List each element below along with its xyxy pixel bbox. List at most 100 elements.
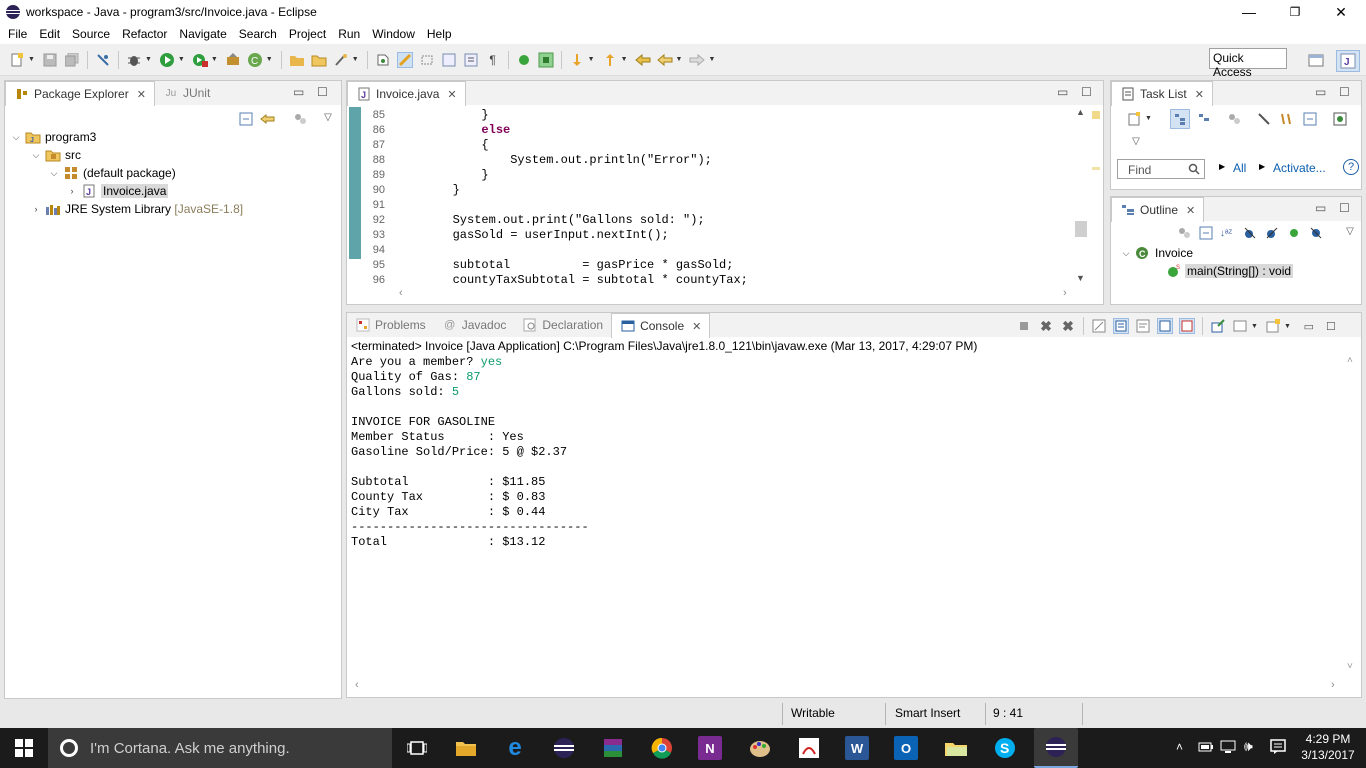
- outline-item-main-method[interactable]: S main(String[]) : void: [1165, 262, 1294, 280]
- menu-project[interactable]: Project: [283, 27, 332, 41]
- warning-marker[interactable]: [1092, 111, 1100, 119]
- close-icon[interactable]: ✕: [692, 320, 701, 333]
- close-icon[interactable]: ✕: [447, 88, 456, 101]
- block-selection-icon[interactable]: [419, 52, 435, 68]
- new-java-project-icon[interactable]: C: [247, 52, 263, 68]
- tree-item-jre-library[interactable]: › JRE System Library [JavaSE-1.8]: [31, 200, 244, 218]
- tab-junit[interactable]: Ju JUnit: [155, 81, 218, 105]
- eclipse-active-taskbar-icon[interactable]: [1034, 728, 1078, 768]
- restore-button[interactable]: ❐: [1272, 0, 1318, 24]
- close-icon[interactable]: ✕: [1186, 204, 1195, 217]
- tab-task-list[interactable]: Task List ✕: [1111, 81, 1213, 106]
- minimize-view-icon[interactable]: ▭: [1315, 85, 1326, 99]
- show-on-stderr-icon[interactable]: [1179, 318, 1195, 334]
- edge-icon[interactable]: e: [502, 734, 528, 761]
- eclipse-taskbar-icon[interactable]: [551, 736, 577, 760]
- task-view-icon[interactable]: [404, 736, 430, 760]
- tree-item-project[interactable]: ⌵ J program3: [11, 128, 97, 146]
- menu-window[interactable]: Window: [366, 27, 421, 41]
- new-icon[interactable]: [9, 52, 25, 68]
- view-menu-icon[interactable]: ▽: [1342, 223, 1358, 239]
- display-console-icon[interactable]: [1232, 318, 1248, 334]
- menu-navigate[interactable]: Navigate: [173, 27, 232, 41]
- help-icon[interactable]: ?: [1343, 159, 1359, 175]
- show-whitespace-icon[interactable]: [441, 52, 457, 68]
- search-icon[interactable]: [333, 52, 349, 68]
- show-all-tasks-icon[interactable]: [1278, 111, 1294, 127]
- menu-search[interactable]: Search: [233, 27, 283, 41]
- maximize-view-icon[interactable]: ☐: [1339, 201, 1350, 215]
- menu-source[interactable]: Source: [66, 27, 116, 41]
- maximize-view-icon[interactable]: ☐: [317, 85, 328, 99]
- scroll-up-icon[interactable]: ˄: [1347, 355, 1353, 366]
- minimize-view-icon[interactable]: ▭: [1301, 318, 1317, 334]
- tree-item-invoice-java[interactable]: › J Invoice.java: [67, 182, 169, 200]
- paint-icon[interactable]: [747, 736, 773, 760]
- tab-invoice-java[interactable]: J Invoice.java ✕: [347, 81, 466, 106]
- scroll-right-icon[interactable]: ›: [1331, 679, 1335, 691]
- back-icon[interactable]: [656, 52, 673, 68]
- terminate-icon[interactable]: [538, 52, 554, 68]
- hide-nonpublic-icon[interactable]: [1286, 225, 1302, 241]
- activate-link[interactable]: Activate...: [1273, 161, 1326, 175]
- open-perspective-icon[interactable]: [1308, 52, 1324, 68]
- scroll-down-icon[interactable]: ▼: [1076, 273, 1085, 283]
- maximize-view-icon[interactable]: ☐: [1081, 85, 1092, 99]
- external-tools-icon[interactable]: [225, 52, 241, 68]
- tab-outline[interactable]: Outline ✕: [1111, 197, 1205, 222]
- collapse-all-icon[interactable]: [1302, 111, 1318, 127]
- synchronize-icon[interactable]: [1332, 111, 1348, 127]
- forward-icon[interactable]: [689, 52, 706, 68]
- chevron-down-icon[interactable]: ⌵: [1121, 248, 1131, 259]
- scroll-down-icon[interactable]: ˅: [1347, 661, 1353, 672]
- save-icon[interactable]: [42, 52, 58, 68]
- hide-fields-icon[interactable]: [1242, 225, 1258, 241]
- menu-help[interactable]: Help: [421, 27, 458, 41]
- network-icon[interactable]: [1220, 740, 1236, 757]
- skype-icon[interactable]: S: [992, 736, 1018, 760]
- pin-console-icon[interactable]: [1210, 318, 1226, 334]
- chrome-icon[interactable]: [649, 736, 675, 760]
- scroll-right-icon[interactable]: ›: [1063, 287, 1067, 299]
- minimize-view-icon[interactable]: ▭: [1057, 85, 1068, 99]
- mark-occurrences-icon[interactable]: [396, 51, 413, 68]
- view-menu-icon[interactable]: ▽: [320, 109, 336, 125]
- word-icon[interactable]: W: [845, 736, 869, 760]
- link-with-editor-icon[interactable]: [260, 111, 276, 127]
- tree-item-src[interactable]: ⌵ src: [31, 146, 81, 164]
- scroll-up-icon[interactable]: ▲: [1076, 107, 1085, 117]
- scroll-left-icon[interactable]: ‹: [355, 679, 359, 691]
- hide-completed-icon[interactable]: [1256, 111, 1272, 127]
- toggle-breakpoint-icon[interactable]: [95, 52, 111, 68]
- categorized-icon[interactable]: [1170, 109, 1190, 129]
- collapse-all-icon[interactable]: [238, 111, 254, 127]
- focus-icon[interactable]: [1226, 111, 1242, 127]
- open-folder-icon[interactable]: [311, 52, 327, 68]
- outlook-icon[interactable]: O: [894, 736, 918, 760]
- menu-run[interactable]: Run: [332, 27, 366, 41]
- folder-icon[interactable]: [943, 736, 969, 760]
- open-type-icon[interactable]: [289, 52, 305, 68]
- quick-access-field[interactable]: Quick Access: [1209, 48, 1287, 79]
- windows-start-button[interactable]: [0, 728, 48, 768]
- console-output[interactable]: Are you a member? yes Quality of Gas: 87…: [347, 355, 1337, 677]
- scroll-thumb[interactable]: [1075, 221, 1087, 237]
- chevron-right-icon[interactable]: ›: [67, 186, 77, 196]
- action-center-icon[interactable]: [1270, 739, 1286, 758]
- onenote-icon[interactable]: N: [698, 736, 722, 760]
- find-field[interactable]: Find: [1117, 159, 1205, 179]
- file-explorer-icon[interactable]: [453, 736, 479, 760]
- volume-icon[interactable]: 🕪: [1244, 738, 1253, 755]
- next-edit-icon[interactable]: [569, 52, 585, 68]
- console-horizontal-scrollbar[interactable]: ‹ ›: [347, 679, 1343, 695]
- save-all-icon[interactable]: [64, 52, 80, 68]
- coverage-icon[interactable]: [192, 52, 208, 68]
- editor-horizontal-scrollbar[interactable]: ‹ ›: [395, 287, 1075, 303]
- menu-file[interactable]: File: [2, 27, 33, 41]
- scheduled-icon[interactable]: [1196, 111, 1212, 127]
- remove-launch-icon[interactable]: ✖: [1038, 318, 1054, 334]
- collapse-all-icon[interactable]: [1198, 225, 1214, 241]
- chevron-right-icon[interactable]: ›: [31, 204, 41, 214]
- hide-local-types-icon[interactable]: [1308, 225, 1324, 241]
- last-edit-location-icon[interactable]: [634, 52, 651, 68]
